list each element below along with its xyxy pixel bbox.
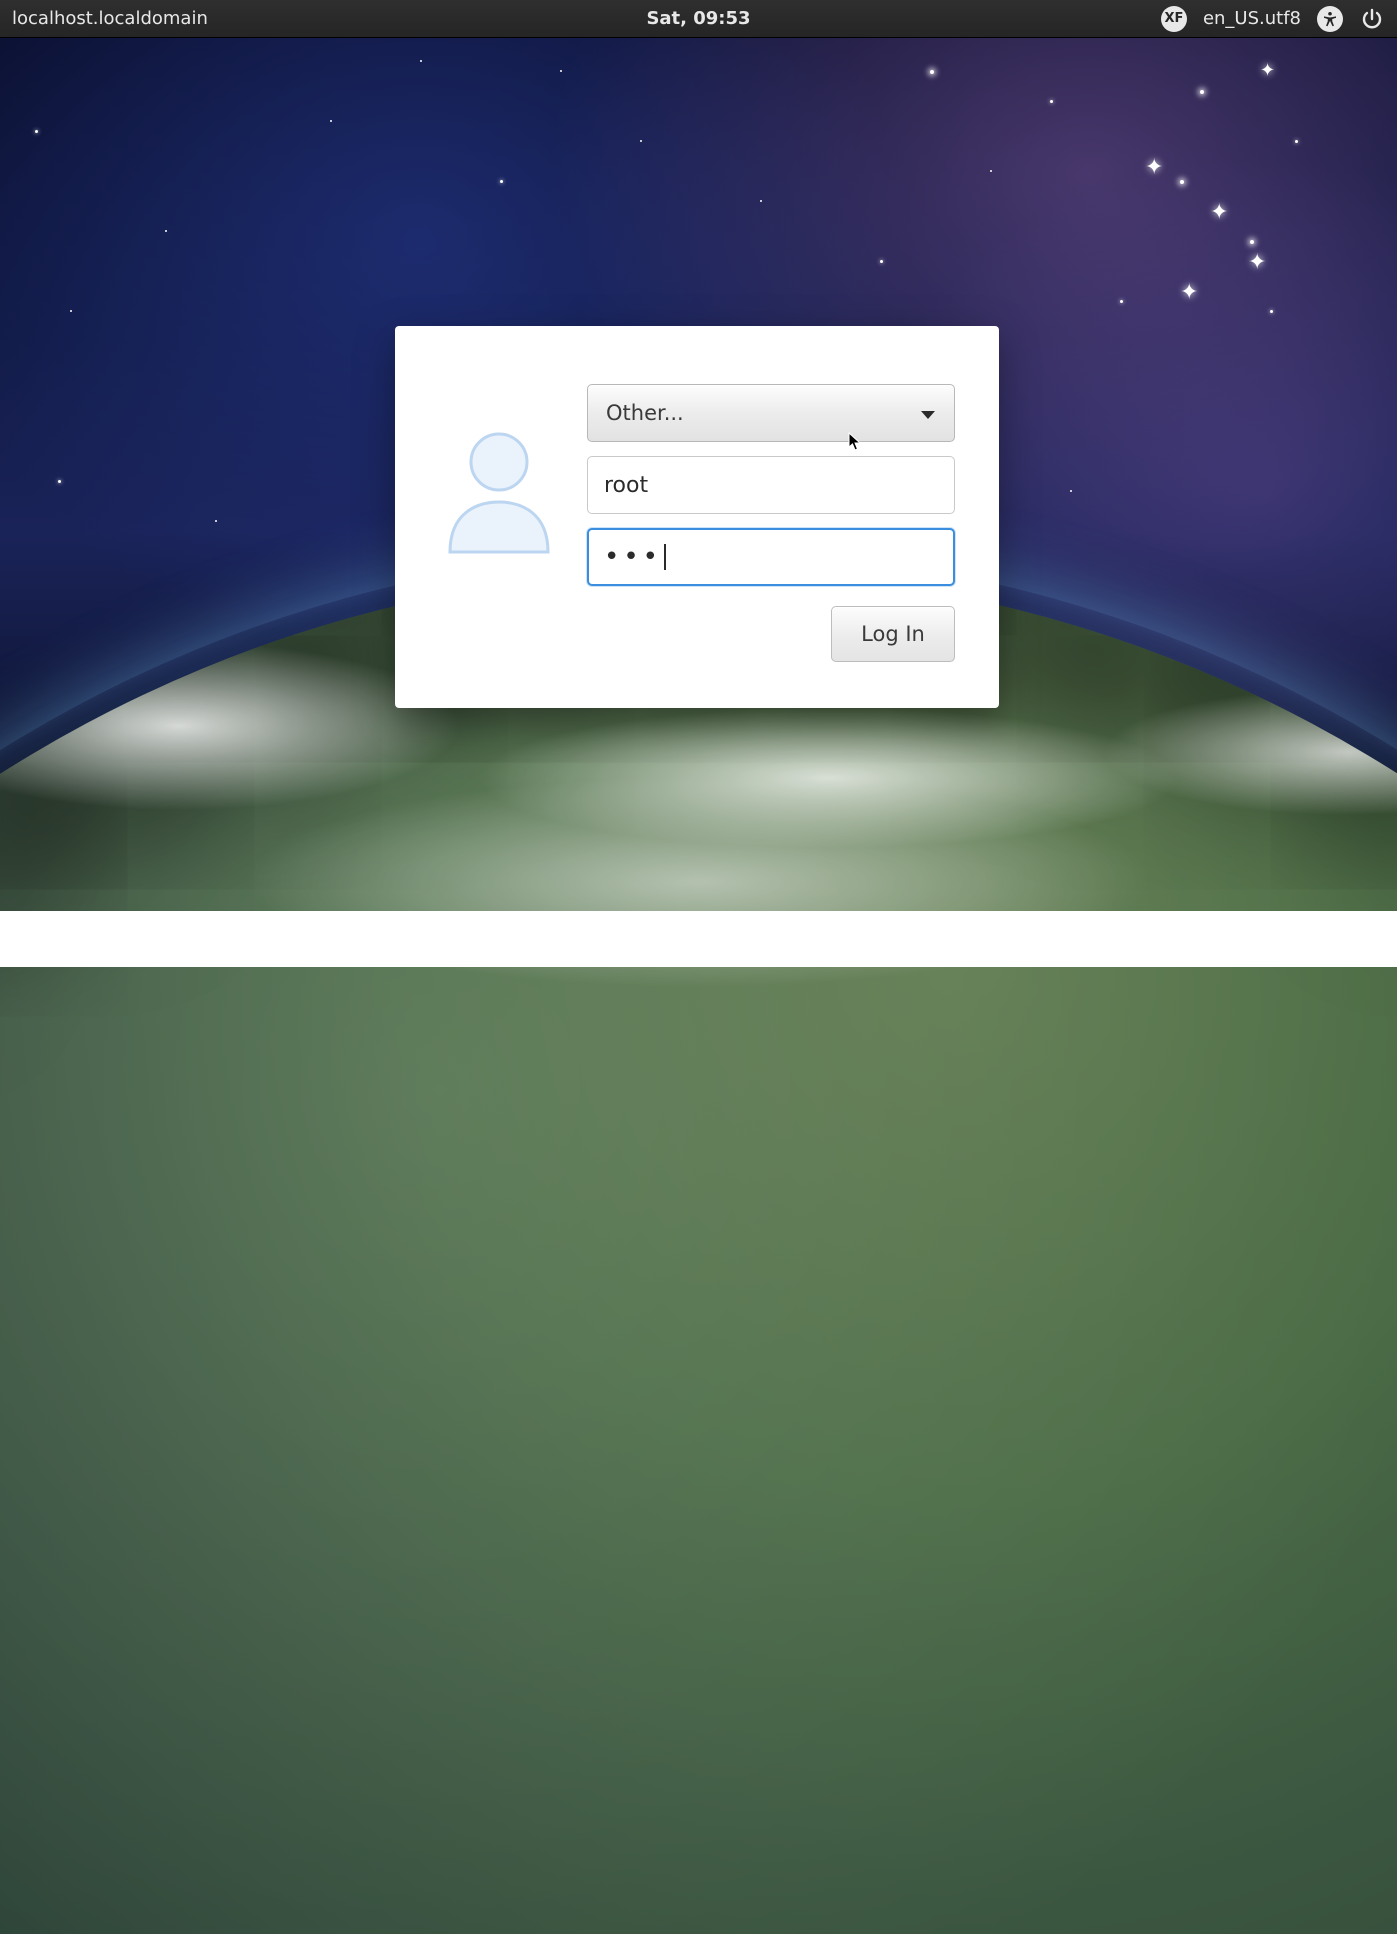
desktop-env-icon[interactable]: XF xyxy=(1161,6,1187,32)
star-icon xyxy=(640,140,642,142)
star-icon xyxy=(70,310,72,312)
star-icon xyxy=(1295,140,1298,143)
text-cursor xyxy=(664,544,666,570)
star-icon xyxy=(420,60,422,62)
hostname-label: localhost.localdomain xyxy=(12,8,208,29)
star-icon xyxy=(58,480,61,483)
username-input[interactable]: root xyxy=(587,456,955,514)
star-icon xyxy=(1270,310,1273,313)
star-icon xyxy=(760,200,762,202)
planet-earth xyxy=(0,570,1397,1934)
user-selector-label: Other... xyxy=(606,401,684,425)
star-icon: ✦ xyxy=(1260,60,1275,81)
login-dialog: Other... root ••• Log In xyxy=(395,326,999,708)
star-icon xyxy=(990,170,992,172)
star-icon xyxy=(165,230,167,232)
clock-label[interactable]: Sat, 09:53 xyxy=(646,8,750,29)
star-icon: ✦ xyxy=(1145,155,1163,180)
password-value-masked: ••• xyxy=(604,544,662,570)
star-icon xyxy=(330,120,332,122)
chevron-down-icon xyxy=(920,401,936,425)
star-icon xyxy=(1250,240,1254,244)
star-icon xyxy=(1070,490,1072,492)
locale-indicator[interactable]: en_US.utf8 xyxy=(1203,8,1301,29)
star-icon xyxy=(560,70,562,72)
star-icon xyxy=(1180,180,1184,184)
star-icon xyxy=(930,70,934,74)
top-panel: localhost.localdomain Sat, 09:53 XF en_U… xyxy=(0,0,1397,38)
window-chrome-gap xyxy=(0,911,1397,967)
user-avatar-icon xyxy=(440,424,558,554)
star-icon: ✦ xyxy=(1248,250,1266,275)
star-icon xyxy=(1200,90,1204,94)
star-icon: ✦ xyxy=(1210,200,1228,225)
planet-clouds xyxy=(0,570,1397,1934)
accessibility-icon[interactable] xyxy=(1317,6,1343,32)
user-selector-dropdown[interactable]: Other... xyxy=(587,384,955,442)
star-icon xyxy=(35,130,38,133)
star-icon: ✦ xyxy=(1180,280,1198,305)
star-icon xyxy=(215,520,217,522)
star-icon xyxy=(500,180,503,183)
star-icon xyxy=(1050,100,1053,103)
password-input[interactable]: ••• xyxy=(587,528,955,586)
star-icon xyxy=(1120,300,1123,303)
username-value: root xyxy=(604,473,648,498)
star-icon xyxy=(880,260,883,263)
login-button[interactable]: Log In xyxy=(831,606,955,662)
power-icon[interactable] xyxy=(1359,6,1385,32)
